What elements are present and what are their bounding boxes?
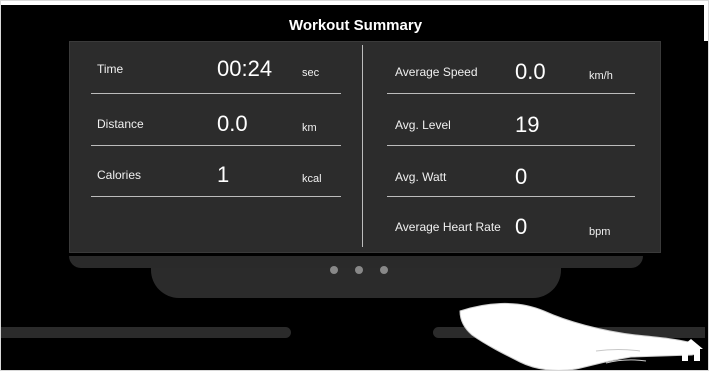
- metric-label: Calories: [97, 168, 142, 182]
- page-title: Workout Summary: [288, 17, 423, 34]
- metric-unit: kcal: [302, 173, 322, 185]
- metric-label: Distance: [97, 117, 144, 131]
- metric-value: 19: [515, 112, 540, 137]
- metric-label: Avg. Watt: [395, 170, 447, 184]
- metric-label: Average Speed: [395, 65, 478, 79]
- top-border: [1, 1, 708, 5]
- row-divider: [387, 145, 635, 146]
- metric-value: 0: [515, 164, 528, 189]
- metric-value: 0.0: [217, 111, 248, 136]
- metric-unit: km/h: [589, 70, 613, 82]
- column-divider: [362, 45, 363, 247]
- metric-label: Time: [97, 62, 124, 76]
- row-divider: [91, 93, 341, 94]
- metric-time: Time 00:24 sec: [97, 56, 319, 82]
- row-divider: [91, 196, 341, 197]
- metric-value: 0: [515, 214, 528, 239]
- metric-avg-level: Avg. Level 19: [395, 112, 589, 138]
- metric-label: Average Heart Rate: [395, 220, 501, 234]
- metric-value: 00:24: [217, 56, 273, 81]
- metric-unit: km: [302, 122, 317, 134]
- hand-gesture-icon: [459, 303, 700, 370]
- row-divider: [387, 196, 635, 197]
- metric-label: Avg. Level: [395, 118, 451, 132]
- row-divider: [387, 93, 635, 94]
- metric-unit: bpm: [589, 226, 611, 238]
- metric-average-heart-rate: Average Heart Rate 0 bpm: [395, 214, 610, 240]
- page-dot[interactable]: [355, 266, 363, 274]
- metric-value: 0.0: [515, 59, 546, 84]
- metric-calories: Calories 1 kcal: [97, 162, 322, 188]
- page-dot[interactable]: [330, 266, 338, 274]
- metric-average-speed: Average Speed 0.0 km/h: [395, 59, 613, 85]
- summary-panel: Time 00:24 sec Distance 0.0 km Calories …: [69, 41, 661, 253]
- metric-avg-watt: Avg. Watt 0: [395, 164, 589, 190]
- screen-frame: Time 00:24 sec Distance 0.0 km Calories …: [0, 0, 709, 371]
- metric-value: 1: [217, 162, 230, 187]
- row-divider: [91, 145, 341, 146]
- metric-distance: Distance 0.0 km: [97, 111, 317, 137]
- page-indicator[interactable]: [330, 266, 388, 274]
- page-dot[interactable]: [380, 266, 388, 274]
- home-icon[interactable]: [677, 336, 705, 364]
- metric-unit: sec: [302, 67, 320, 79]
- bottom-bar-left: [1, 327, 291, 338]
